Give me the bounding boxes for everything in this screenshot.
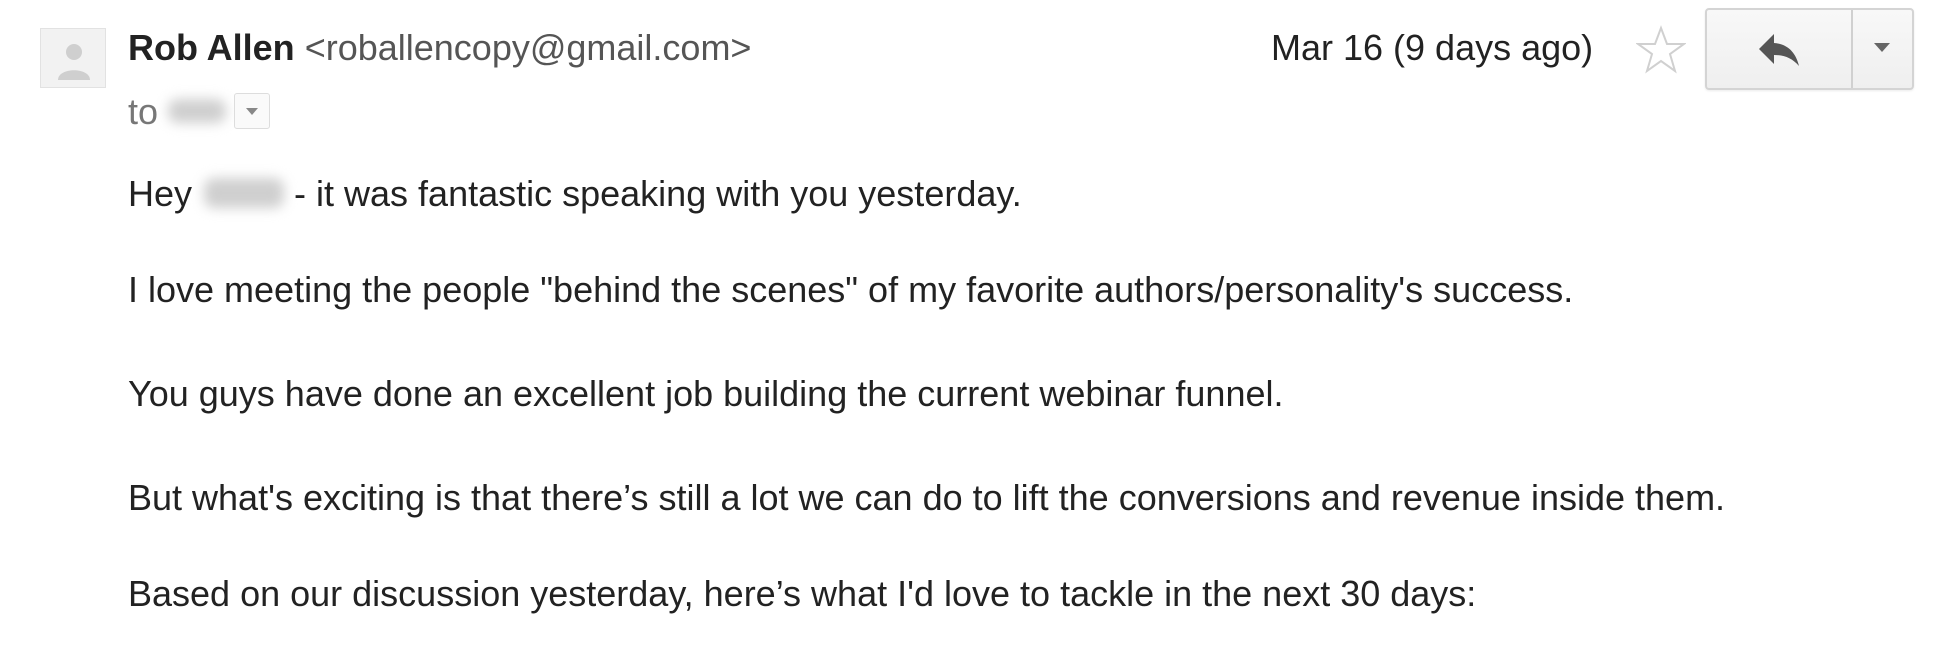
to-label: to [128,91,159,132]
greeting-end: - it was fantastic speaking with you yes… [294,173,1022,214]
greeting-start: Hey [128,173,193,214]
chevron-down-icon [1874,43,1890,52]
person-silhouette-icon [58,44,90,80]
redacted-recipient [168,99,227,124]
sender-email: <roballencopy@gmail.com> [304,27,752,68]
greeting-line: Hey - it was fantastic speaking with you … [128,172,1022,216]
sender-avatar [40,28,106,88]
reply-actions [1705,8,1914,90]
recipient-line: to [128,90,271,134]
more-options-button[interactable] [1853,10,1912,88]
body-paragraph: I love meeting the people "behind the sc… [128,269,1574,310]
reply-button[interactable] [1707,10,1853,88]
body-paragraph: You guys have done an excellent job buil… [128,373,1284,414]
sender-name: Rob Allen [128,27,295,68]
redacted-name [204,178,285,209]
show-details-button[interactable] [234,93,271,130]
reply-arrow-icon [1759,34,1799,66]
body-paragraph: But what's exciting is that there’s stil… [128,477,1726,518]
star-icon[interactable] [1634,24,1688,76]
message-date: Mar 16 (9 days ago) [1271,27,1594,68]
body-paragraph: Based on our discussion yesterday, here’… [128,573,1477,614]
sender-line: Rob Allen <roballencopy@gmail.com> [128,26,751,70]
